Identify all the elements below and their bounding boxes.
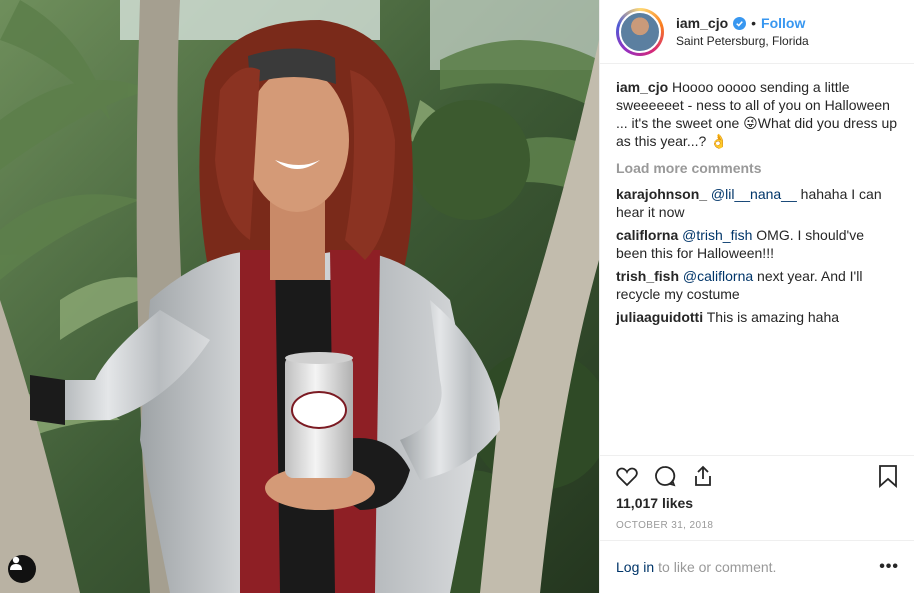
comment: karajohnson_ @lil__nana__ hahaha I can h…: [616, 185, 898, 221]
photo-illustration: [0, 0, 599, 593]
comment-mention[interactable]: @trish_fish: [682, 227, 752, 243]
location-link[interactable]: Saint Petersburg, Florida: [676, 34, 809, 48]
comment-bubble-icon: [655, 465, 676, 486]
header-username[interactable]: iam_cjo: [676, 15, 728, 31]
post-photo[interactable]: [0, 0, 599, 593]
share-button[interactable]: [690, 463, 716, 489]
comment-username[interactable]: trish_fish: [616, 268, 679, 284]
share-icon: [695, 465, 711, 486]
action-bar: [600, 455, 914, 495]
comment-username[interactable]: karajohnson_: [616, 186, 707, 202]
post-date[interactable]: OCTOBER 31, 2018: [616, 520, 713, 531]
caption: iam_cjo Hoooo ooooo sending a little swe…: [616, 78, 898, 150]
comment: califlorna @trish_fish OMG. I should've …: [616, 226, 898, 262]
comment-mention[interactable]: @califlorna: [683, 268, 753, 284]
comment-text: This is amazing haha: [706, 309, 840, 325]
likes-count[interactable]: 11,017 likes: [616, 495, 693, 511]
avatar[interactable]: [619, 10, 661, 53]
comment: trish_fish @califlorna next year. And I'…: [616, 267, 898, 303]
separator-dot: •: [751, 15, 757, 31]
comments-section: iam_cjo Hoooo ooooo sending a little swe…: [600, 64, 914, 593]
post-header: iam_cjo • Follow Saint Petersburg, Flori…: [600, 0, 914, 64]
person-tag-icon[interactable]: [8, 555, 36, 583]
save-button[interactable]: [875, 463, 901, 489]
post-side-panel: iam_cjo • Follow Saint Petersburg, Flori…: [599, 0, 914, 593]
load-more-comments-button[interactable]: Load more comments: [616, 160, 898, 176]
verified-badge-icon: [733, 16, 747, 30]
heart-icon: [616, 467, 638, 486]
login-link[interactable]: Log in: [616, 559, 654, 575]
comment-mention[interactable]: @lil__nana__: [711, 186, 797, 202]
more-options-icon[interactable]: •••: [879, 558, 899, 576]
like-button[interactable]: [614, 463, 640, 489]
header-text: iam_cjo • Follow Saint Petersburg, Flori…: [676, 15, 809, 48]
comment-username[interactable]: califlorna: [616, 227, 678, 243]
comment-username[interactable]: juliaaguidotti: [616, 309, 703, 325]
comment-button[interactable]: [652, 463, 678, 489]
login-bar: Log in to like or comment. •••: [600, 540, 914, 593]
instagram-post: iam_cjo • Follow Saint Petersburg, Flori…: [0, 0, 914, 593]
avatar-story-ring[interactable]: [616, 7, 664, 56]
comment: juliaaguidotti This is amazing haha: [616, 308, 898, 326]
follow-button[interactable]: Follow: [761, 15, 805, 31]
caption-username[interactable]: iam_cjo: [616, 79, 668, 95]
bookmark-icon: [879, 464, 897, 488]
login-prompt-text: to like or comment.: [658, 559, 777, 575]
